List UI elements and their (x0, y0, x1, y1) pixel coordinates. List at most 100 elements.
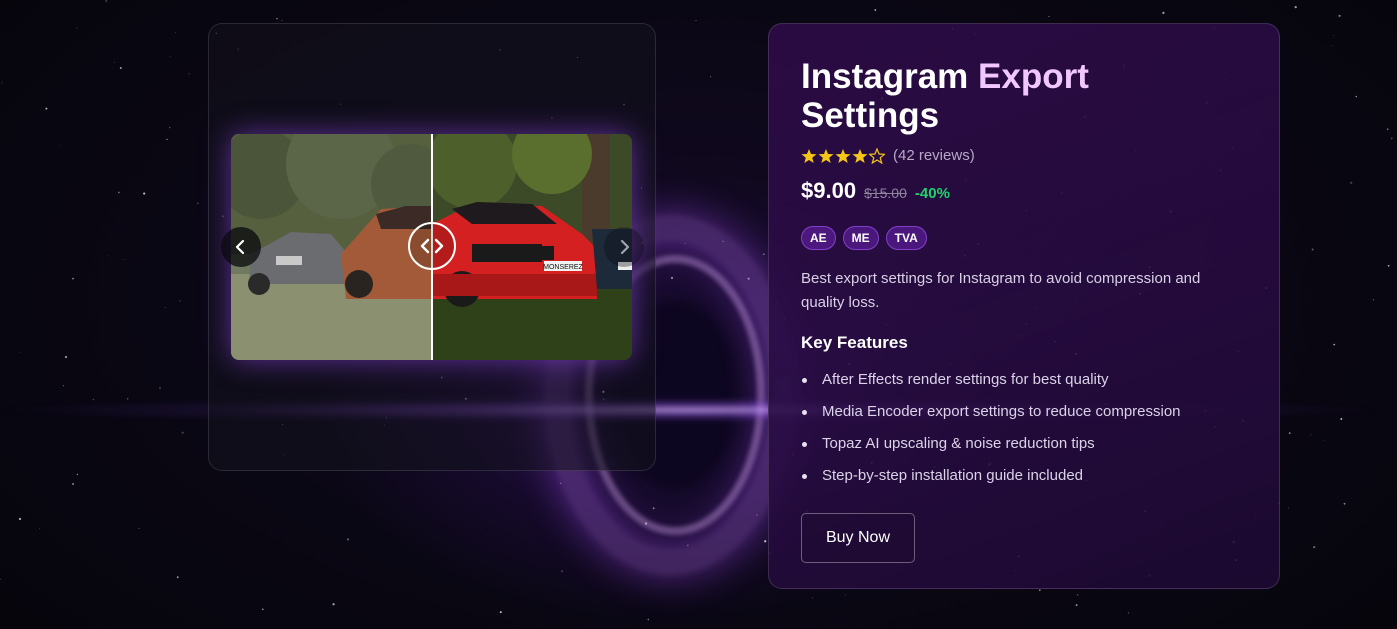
star-dot (0, 578, 1, 580)
software-tags: AE ME TVA (801, 226, 1247, 250)
features-list: After Effects render settings for best q… (801, 364, 1247, 492)
product-description: Best export settings for Instagram to av… (801, 270, 1201, 311)
reviews-count[interactable]: (42 reviews) (893, 147, 975, 164)
star-dot (127, 398, 129, 400)
feature-item: Media Encoder export settings to reduce … (801, 396, 1247, 428)
star-dot (261, 608, 264, 611)
star-dot (1390, 137, 1393, 140)
star-dot (346, 538, 350, 541)
before-image (231, 134, 432, 360)
star-dot (174, 32, 176, 34)
feature-item: Topaz AI upscaling & noise reduction tip… (801, 428, 1247, 460)
star-dot (178, 300, 181, 302)
star-dot (1076, 594, 1079, 596)
star-dot (644, 522, 648, 525)
star-dot (169, 126, 171, 129)
star-dot (652, 507, 655, 510)
star-dot (722, 240, 724, 243)
star-dot (1322, 439, 1324, 441)
star-dot (756, 514, 758, 516)
star-dot (1038, 589, 1041, 592)
star-dot (1311, 248, 1314, 251)
star-dot (111, 67, 113, 69)
star-dot (764, 540, 767, 543)
star-dot (123, 258, 125, 260)
star-dot (811, 597, 814, 599)
star-dot (176, 576, 179, 579)
tag-me: ME (842, 226, 879, 250)
chevron-right-icon (620, 239, 630, 255)
star-dot (710, 76, 712, 78)
star-dot (119, 67, 122, 69)
star-dot (1343, 502, 1346, 505)
star-dot (1310, 434, 1312, 436)
star-dot (560, 482, 562, 484)
previous-button[interactable] (221, 227, 261, 267)
star-dot (1333, 35, 1335, 36)
product-title: Instagram Export Settings (801, 57, 1141, 135)
star-dot (65, 356, 67, 358)
star-dot (1162, 11, 1165, 15)
title-part-1: Instagram Export (801, 57, 1089, 96)
star-dot (59, 145, 60, 147)
title-part-2: Settings (801, 96, 940, 135)
star-dot (72, 483, 75, 485)
next-button[interactable] (604, 227, 644, 267)
star-dot (92, 398, 95, 401)
star-dot (1048, 15, 1050, 17)
star-dot (1127, 612, 1129, 614)
star-icon (852, 148, 868, 163)
star-dot (143, 192, 146, 195)
star-dot (1331, 45, 1333, 47)
star-dot (276, 17, 278, 20)
star-dot (188, 72, 190, 75)
star-dot (1, 82, 3, 84)
star-dot (1288, 507, 1290, 509)
star-dot (108, 255, 110, 257)
star-dot (874, 8, 877, 12)
after-image: MONSEREZ (432, 134, 632, 360)
star-dot (1350, 181, 1353, 184)
license-plate: MONSEREZ (543, 264, 583, 271)
star-dot (695, 20, 697, 21)
star-dot (76, 473, 79, 476)
star-dot (747, 277, 750, 280)
star-dot (138, 527, 140, 530)
star-dot (1338, 14, 1341, 17)
star-icon (835, 148, 851, 163)
star-dot (1372, 299, 1375, 301)
star-dot (105, 0, 108, 2)
star-icon (801, 148, 817, 163)
star-dot (684, 243, 686, 244)
star-dot (281, 19, 283, 21)
star-dot (332, 603, 335, 606)
star-dot (1294, 5, 1297, 9)
star-dot (72, 277, 74, 280)
star-rating (801, 147, 885, 164)
rating-row: (42 reviews) (801, 147, 1247, 164)
star-dot (499, 611, 502, 614)
star-dot (18, 517, 22, 521)
star-dot (561, 570, 564, 573)
chevron-left-icon (235, 239, 245, 255)
star-dot (762, 253, 765, 256)
page-background: MONSEREZ Instagram Export Settings (42 r… (0, 0, 1397, 629)
star-dot (690, 76, 692, 78)
star-dot (118, 191, 120, 194)
star-dot (165, 307, 166, 309)
star-dot (1386, 128, 1389, 131)
product-info-card: Instagram Export Settings (42 reviews) $… (768, 23, 1280, 589)
buy-now-button[interactable]: Buy Now (801, 513, 915, 563)
star-dot (1387, 264, 1390, 267)
star-dot (114, 62, 115, 64)
discount-badge: -40% (914, 185, 950, 202)
star-dot (62, 385, 64, 387)
star-dot (19, 351, 21, 353)
star-dot (1333, 343, 1336, 346)
star-dot (76, 27, 78, 29)
star-dot (45, 107, 48, 110)
star-dot (159, 386, 161, 389)
tag-tva: TVA (885, 226, 927, 250)
drag-handle-icon[interactable] (408, 222, 456, 270)
price-row: $9.00 $15.00 -40% (801, 178, 1247, 204)
